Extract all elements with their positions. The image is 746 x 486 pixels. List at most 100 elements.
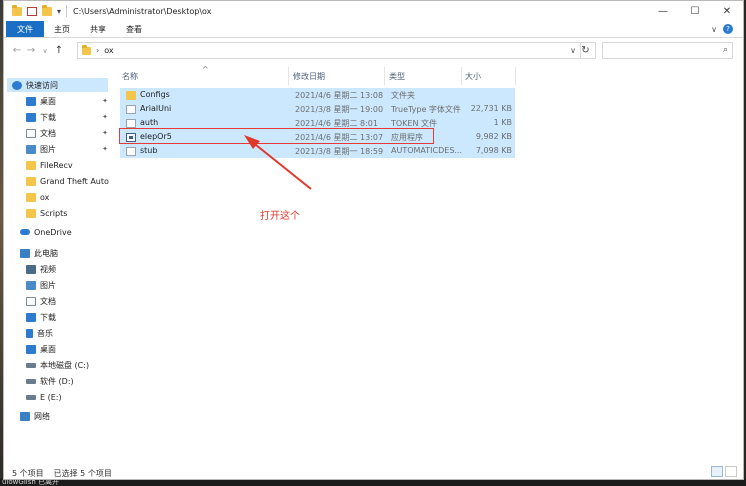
- file-type: AUTOMATICDES...: [391, 146, 463, 155]
- forward-icon[interactable]: →: [24, 45, 38, 56]
- folder-icon: [12, 4, 22, 16]
- back-icon[interactable]: ←: [10, 45, 24, 56]
- sidebar-item-label: 软件 (D:): [40, 376, 74, 386]
- large-icons-view-button[interactable]: [725, 466, 737, 477]
- properties-icon[interactable]: [27, 6, 37, 16]
- sidebar-item-downloads-pc[interactable]: 下载: [26, 310, 108, 324]
- file-explorer-window: ▾ C:\Users\Administrator\Desktop\ox — ☐ …: [3, 0, 744, 480]
- sidebar-item-desktop[interactable]: 桌面 ✦: [26, 94, 108, 108]
- file-type: 文件夹: [391, 91, 415, 100]
- column-divider[interactable]: [461, 67, 462, 85]
- network-icon: [20, 411, 30, 421]
- details-view-button[interactable]: [711, 466, 723, 477]
- document-icon: [26, 296, 36, 306]
- breadcrumb-ox[interactable]: ox: [104, 46, 113, 55]
- sidebar-item-network[interactable]: 网络: [20, 409, 108, 423]
- file-name: ArialUni: [140, 104, 172, 113]
- help-icon[interactable]: ?: [723, 24, 733, 34]
- column-divider[interactable]: [288, 67, 289, 85]
- window-controls: — ☐ ✕: [647, 1, 743, 21]
- sidebar-item-quick-access[interactable]: 快速访问: [7, 78, 108, 92]
- sidebar-item-downloads[interactable]: 下载 ✦: [26, 110, 108, 124]
- file-size: 7,098 KB: [475, 146, 512, 155]
- sidebar-item-drive-c[interactable]: 本地磁盘 (C:): [26, 358, 108, 372]
- pictures-icon: [26, 280, 36, 290]
- folder-icon: [126, 91, 136, 100]
- refresh-button[interactable]: ↻: [576, 42, 596, 59]
- file-icon: [126, 119, 136, 128]
- pin-icon: ✦: [102, 113, 108, 121]
- sidebar-item-label: 文档: [40, 296, 56, 306]
- tab-view[interactable]: 查看: [116, 21, 152, 37]
- sidebar-item-ox[interactable]: ox: [26, 190, 108, 204]
- toolbar-separator: [66, 5, 68, 17]
- search-input[interactable]: ⌕: [602, 42, 733, 59]
- star-icon: [12, 80, 22, 90]
- sidebar-item-label: 图片: [40, 280, 56, 290]
- sidebar-item-grand-theft-auto[interactable]: Grand Theft Auto: [26, 174, 109, 188]
- close-button[interactable]: ✕: [711, 1, 743, 21]
- tab-file[interactable]: 文件: [6, 21, 44, 37]
- sidebar-item-label: ox: [40, 192, 50, 202]
- sidebar-item-label: Grand Theft Auto: [40, 176, 109, 186]
- sidebar-item-drive-d[interactable]: 软件 (D:): [26, 374, 108, 388]
- sidebar-item-documents-pc[interactable]: 文档: [26, 294, 108, 308]
- expand-ribbon-icon[interactable]: ∨: [711, 25, 717, 34]
- navigation-bar: ← → ∨ ↑ › ox ∨ ↻ ⌕: [4, 38, 743, 63]
- file-date: 2021/4/6 星期二 13:08: [295, 91, 384, 100]
- drive-icon: [26, 362, 36, 368]
- pin-icon: ✦: [102, 145, 108, 153]
- column-divider[interactable]: [515, 67, 516, 85]
- column-header-date[interactable]: 修改日期: [293, 67, 383, 85]
- new-folder-icon[interactable]: [42, 4, 52, 16]
- column-divider[interactable]: [384, 67, 385, 85]
- sidebar-item-pictures-pc[interactable]: 图片: [26, 278, 108, 292]
- tab-share[interactable]: 共享: [80, 21, 116, 37]
- file-size: 22,731 KB: [470, 104, 512, 113]
- file-row-configs[interactable]: Configs 2021/4/6 星期二 13:08 文件夹: [120, 88, 515, 102]
- column-header-name[interactable]: 名称 ^: [122, 65, 292, 85]
- folder-icon: [26, 208, 36, 218]
- customize-toolbar-icon[interactable]: ▾: [57, 7, 61, 16]
- pictures-icon: [26, 144, 36, 154]
- maximize-button[interactable]: ☐: [679, 1, 711, 21]
- sidebar-item-this-pc[interactable]: 此电脑: [20, 246, 108, 260]
- font-file-icon: [126, 105, 136, 114]
- sidebar-item-label: 本地磁盘 (C:): [40, 360, 90, 370]
- file-name: Configs: [140, 90, 170, 99]
- minimize-button[interactable]: —: [647, 1, 679, 21]
- sidebar-item-label: OneDrive: [34, 227, 72, 237]
- sidebar-item-music[interactable]: 音乐: [26, 326, 108, 340]
- up-icon[interactable]: ↑: [52, 45, 66, 56]
- file-date: 2021/3/8 星期一 18:59: [295, 147, 384, 156]
- sidebar-item-videos[interactable]: 视频: [26, 262, 108, 276]
- pin-icon: ✦: [102, 129, 108, 137]
- column-header-size[interactable]: 大小: [465, 67, 515, 85]
- sidebar-item-label: 桌面: [40, 96, 56, 106]
- file-date: 2021/3/8 星期一 19:00: [295, 105, 384, 114]
- file-row-stub[interactable]: stub 2021/3/8 星期一 18:59 AUTOMATICDES... …: [120, 144, 515, 158]
- sidebar-item-label: 下载: [40, 312, 56, 322]
- column-label: 类型: [389, 71, 405, 81]
- recent-locations-icon[interactable]: ∨: [38, 47, 52, 55]
- sidebar-item-desktop-pc[interactable]: 桌面: [26, 342, 108, 356]
- ribbon-tabs: 文件 主页 共享 查看 ∨ ?: [4, 21, 743, 38]
- address-bar[interactable]: › ox ∨: [77, 42, 581, 59]
- quick-access-toolbar: ▾: [4, 4, 68, 17]
- music-icon: [26, 328, 33, 338]
- sidebar-item-documents[interactable]: 文档 ✦: [26, 126, 108, 140]
- sort-ascending-icon: ^: [202, 65, 209, 74]
- folder-icon: [26, 160, 36, 170]
- file-row-arialuni[interactable]: ArialUni 2021/3/8 星期一 19:00 TrueType 字体文…: [120, 102, 515, 116]
- sidebar-item-drive-e[interactable]: E (E:): [26, 390, 108, 404]
- drive-icon: [26, 378, 36, 384]
- background-window-text: ulowGlish 已离开: [0, 479, 746, 486]
- sidebar-item-filerecv[interactable]: FileRecv: [26, 158, 108, 172]
- tab-home[interactable]: 主页: [44, 21, 80, 37]
- column-header-type[interactable]: 类型: [389, 67, 459, 85]
- sidebar-item-onedrive[interactable]: OneDrive: [20, 225, 108, 239]
- sidebar-item-scripts[interactable]: Scripts: [26, 206, 108, 220]
- item-count: 5 个项目: [12, 469, 44, 478]
- sidebar-item-pictures[interactable]: 图片 ✦: [26, 142, 108, 156]
- sidebar-item-label: 音乐: [37, 328, 53, 338]
